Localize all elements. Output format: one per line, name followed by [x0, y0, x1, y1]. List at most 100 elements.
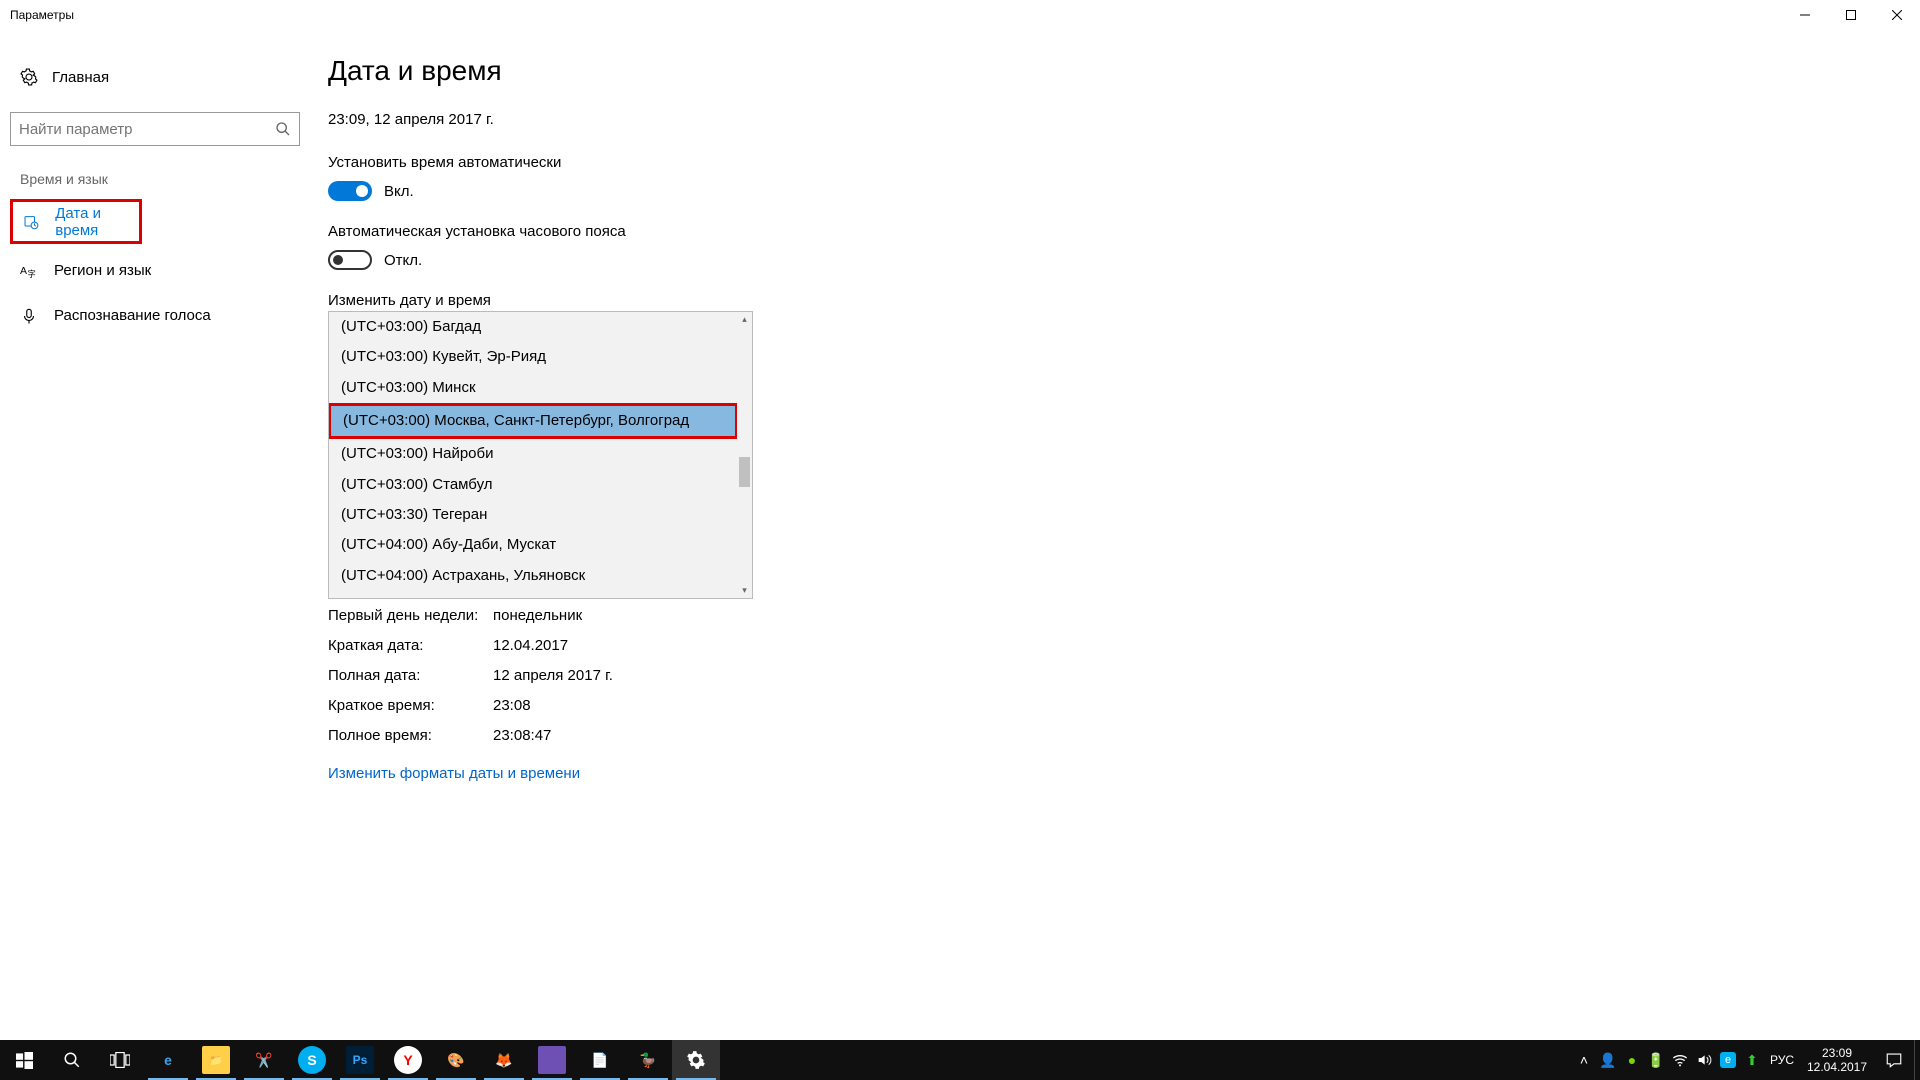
tray-clock[interactable]: 23:09 12.04.2017 [1800, 1046, 1874, 1074]
auto-time-state: Вкл. [384, 183, 414, 200]
taskbar-app-settings[interactable] [672, 1040, 720, 1080]
taskbar-app-skype[interactable]: S [288, 1040, 336, 1080]
search-input[interactable] [19, 121, 275, 138]
timezone-option[interactable]: (UTC+04:00) Абу-Даби, Мускат [329, 530, 737, 560]
close-button[interactable] [1874, 0, 1920, 30]
scroll-down-icon[interactable]: ▾ [737, 583, 752, 598]
change-formats-link[interactable]: Изменить форматы даты и времени [328, 765, 580, 782]
palette-icon: 🎨 [442, 1046, 470, 1074]
taskbar-app-yandex[interactable]: Y [384, 1040, 432, 1080]
taskbar-app-generic-3[interactable]: 🦆 [624, 1040, 672, 1080]
taskbar-app-generic-1[interactable] [528, 1040, 576, 1080]
timezone-option[interactable]: (UTC+03:00) Минск [329, 373, 737, 403]
svg-text:A: A [20, 265, 27, 277]
timezone-option[interactable]: (UTC+03:30) Тегеран [329, 500, 737, 530]
timezone-option[interactable]: (UTC+03:00) Кувейт, Эр-Рияд [329, 342, 737, 372]
scroll-up-icon[interactable]: ▴ [737, 312, 752, 327]
taskbar-search-button[interactable] [48, 1040, 96, 1080]
format-value: 23:08 [493, 695, 531, 717]
search-icon [275, 121, 291, 137]
timezone-option[interactable]: (UTC+03:00) Багдад [329, 312, 737, 342]
gear-icon [686, 1050, 706, 1070]
sidebar-item-label: Распознавание голоса [54, 307, 211, 324]
taskbar-app-photoshop[interactable]: Ps [336, 1040, 384, 1080]
auto-tz-state: Откл. [384, 252, 422, 269]
change-datetime-label: Изменить дату и время [328, 292, 1900, 309]
tray-action-center[interactable] [1874, 1051, 1914, 1069]
status-icon: 👤 [1599, 1052, 1616, 1069]
current-datetime: 23:09, 12 апреля 2017 г. [328, 111, 1900, 128]
timezone-option[interactable]: (UTC+03:00) Стамбул [329, 469, 737, 499]
annotation-highlight-option: (UTC+03:00) Москва, Санкт-Петербург, Вол… [329, 403, 737, 439]
skype-icon: S [298, 1046, 326, 1074]
microphone-icon [20, 307, 38, 325]
tray-icon-1[interactable]: 👤 [1596, 1040, 1620, 1080]
format-row: Краткое время:23:08 [328, 695, 1900, 717]
format-row: Полное время:23:08:47 [328, 725, 1900, 747]
sidebar-item-region-language[interactable]: A字 Регион и язык [10, 248, 310, 293]
taskbar-app-generic-2[interactable]: 📄 [576, 1040, 624, 1080]
auto-time-label: Установить время автоматически [328, 154, 1900, 171]
firefox-icon: 🦊 [490, 1046, 518, 1074]
taskbar-app-paint[interactable]: 🎨 [432, 1040, 480, 1080]
format-list: Первый день недели:понедельник Краткая д… [328, 605, 1900, 747]
minimize-button[interactable] [1782, 0, 1828, 30]
format-key: Полная дата: [328, 665, 493, 687]
titlebar: Параметры [0, 0, 1920, 30]
format-key: Полное время: [328, 725, 493, 747]
tray-overflow[interactable]: ˄ [1572, 1040, 1596, 1080]
taskbar-app-edge[interactable]: e [144, 1040, 192, 1080]
windows-icon [16, 1052, 33, 1069]
status-icon: ⬆ [1746, 1052, 1758, 1069]
scroll-thumb[interactable] [739, 457, 750, 487]
notification-icon [1885, 1051, 1903, 1069]
tray-icon-3[interactable]: e [1716, 1040, 1740, 1080]
format-value: 12.04.2017 [493, 635, 568, 657]
calendar-clock-icon [23, 213, 39, 231]
maximize-button[interactable] [1828, 0, 1874, 30]
tray-battery[interactable]: 🔋 [1644, 1040, 1668, 1080]
tray-volume[interactable] [1692, 1040, 1716, 1080]
show-desktop-button[interactable] [1914, 1040, 1920, 1080]
taskbar: e 📁 ✂️ S Ps Y 🎨 🦊 📄 🦆 ˄ 👤 ● 🔋 e ⬆ РУС 23… [0, 1040, 1920, 1080]
tray-language[interactable]: РУС [1764, 1053, 1800, 1067]
sidebar-item-speech[interactable]: Распознавание голоса [10, 293, 310, 338]
start-button[interactable] [0, 1040, 48, 1080]
sidebar-home[interactable]: Главная [10, 55, 310, 99]
taskbar-app-explorer[interactable]: 📁 [192, 1040, 240, 1080]
folder-icon: 📁 [202, 1046, 230, 1074]
format-key: Первый день недели: [328, 605, 493, 627]
app-icon: 🦆 [634, 1046, 662, 1074]
timezone-option-selected[interactable]: (UTC+03:00) Москва, Санкт-Петербург, Вол… [331, 406, 735, 436]
scissors-icon: ✂️ [250, 1046, 278, 1074]
format-row: Первый день недели:понедельник [328, 605, 1900, 627]
main-content: Дата и время 23:09, 12 апреля 2017 г. Ус… [310, 55, 1920, 1040]
taskbar-app-snip[interactable]: ✂️ [240, 1040, 288, 1080]
page-title: Дата и время [328, 55, 1900, 87]
tray-icon-4[interactable]: ⬆ [1740, 1040, 1764, 1080]
task-view-icon [110, 1052, 130, 1068]
format-row: Краткая дата:12.04.2017 [328, 635, 1900, 657]
annotation-highlight-nav: Дата и время [10, 199, 142, 244]
chevron-up-icon: ˄ [1580, 1052, 1588, 1068]
timezone-option[interactable]: (UTC+04:00) Астрахань, Ульяновск [329, 560, 737, 590]
battery-icon: 🔋 [1647, 1052, 1664, 1069]
auto-tz-toggle[interactable] [328, 250, 372, 270]
app-icon: e [1720, 1052, 1736, 1068]
timezone-option[interactable]: (UTC+03:00) Найроби [329, 439, 737, 469]
task-view-button[interactable] [96, 1040, 144, 1080]
taskbar-app-firefox[interactable]: 🦊 [480, 1040, 528, 1080]
search-input-container[interactable] [10, 112, 300, 146]
window-controls [1782, 0, 1920, 30]
speaker-icon [1696, 1052, 1712, 1068]
tray-wifi[interactable] [1668, 1040, 1692, 1080]
dropdown-scrollbar[interactable]: ▴ ▾ [737, 312, 752, 598]
status-icon: ● [1628, 1052, 1636, 1068]
tray-icon-2[interactable]: ● [1620, 1040, 1644, 1080]
sidebar-item-date-time[interactable]: Дата и время [13, 202, 139, 241]
timezone-dropdown-open[interactable]: (UTC+03:00) Багдад (UTC+03:00) Кувейт, Э… [328, 311, 753, 599]
tray-time: 23:09 [1822, 1046, 1852, 1060]
auto-time-toggle[interactable] [328, 181, 372, 201]
sidebar-item-label: Регион и язык [54, 262, 151, 279]
edge-icon: e [154, 1046, 182, 1074]
